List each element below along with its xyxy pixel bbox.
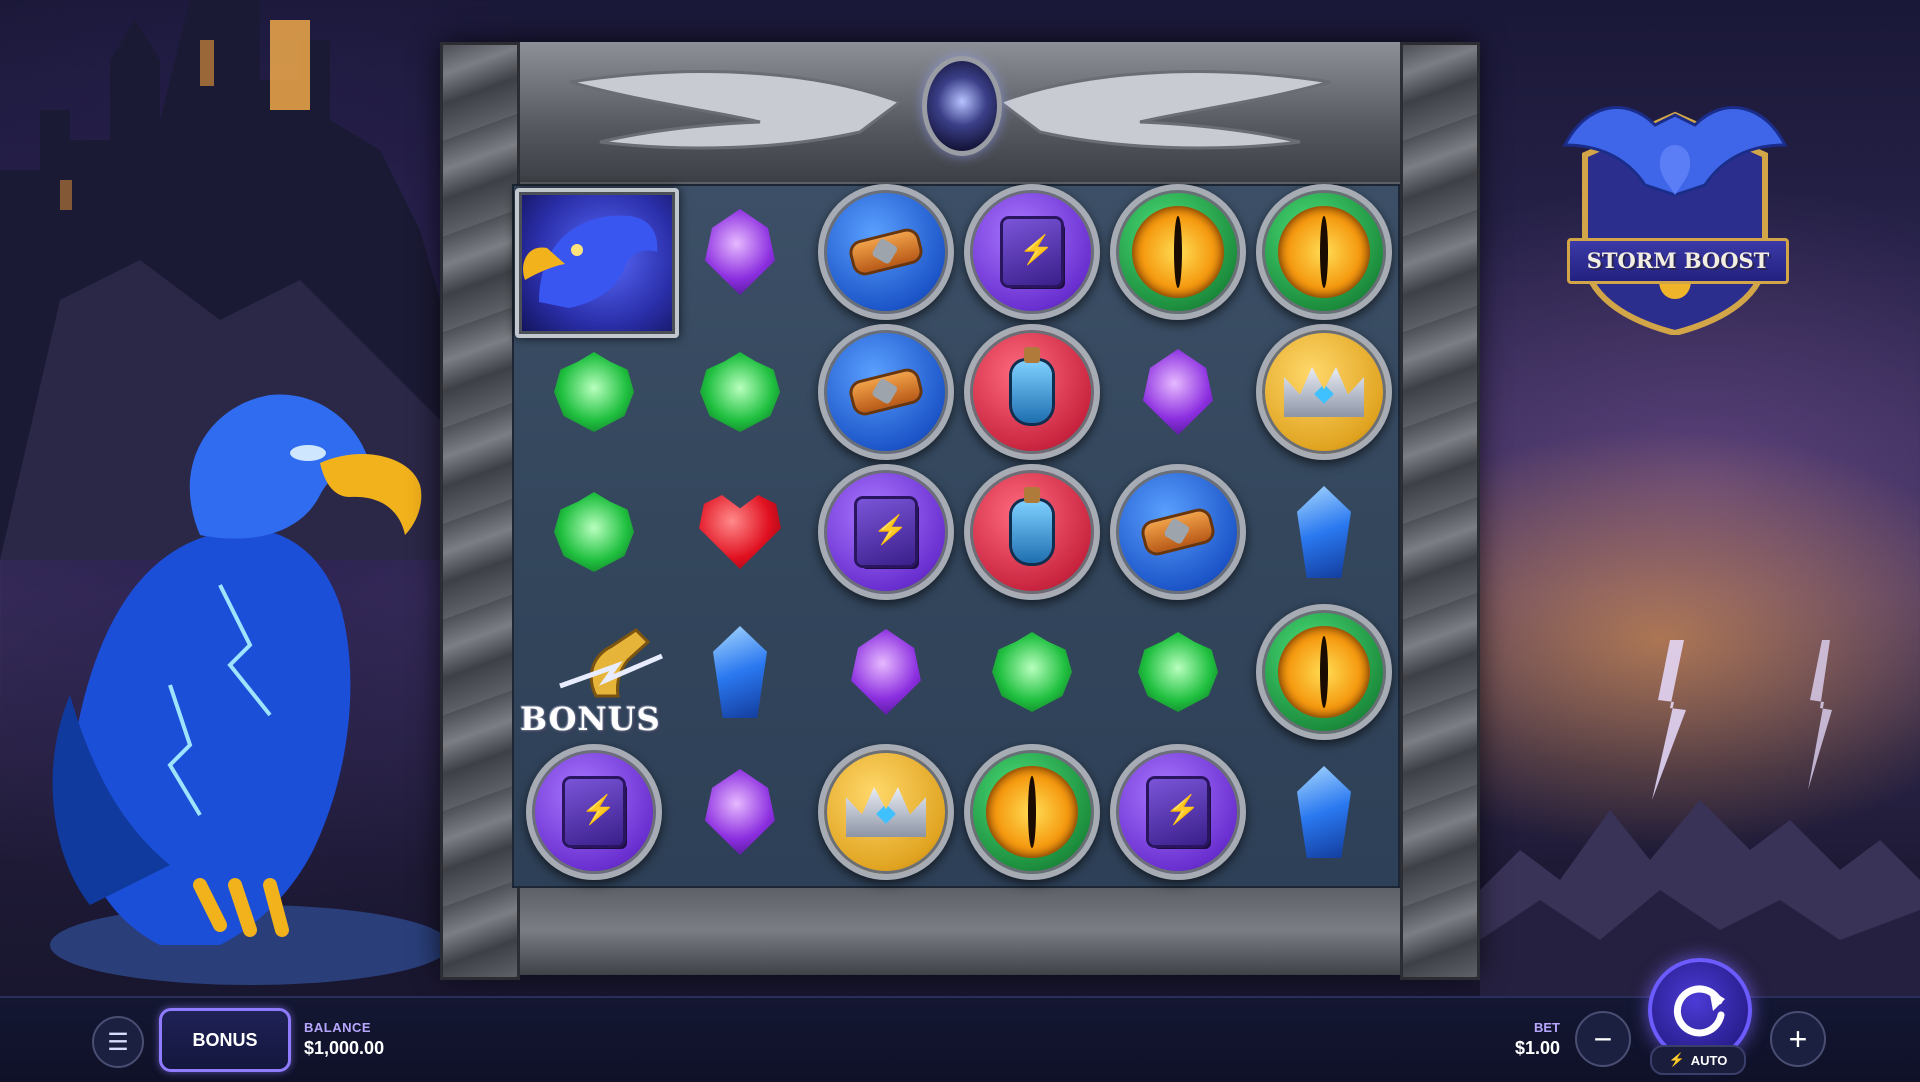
increase-bet-button[interactable]: + — [1770, 1011, 1826, 1067]
decrease-bet-button[interactable]: − — [1575, 1011, 1631, 1067]
bonus-scatter-symbol: BONUS — [520, 700, 661, 738]
symbol-purple-gem — [667, 742, 813, 882]
scroll-icon — [1142, 509, 1214, 555]
dragon-eye-icon — [986, 766, 1078, 858]
balance-label: BALANCE — [304, 1020, 372, 1035]
symbol-eye-coin — [1105, 182, 1251, 322]
spellbook-icon — [1149, 779, 1207, 845]
lightning-icon: ⚡ — [1668, 1052, 1685, 1067]
symbol-red-potion-coin — [959, 322, 1105, 462]
left-wing-ornament — [569, 70, 900, 150]
symbol-purple-book-coin — [813, 462, 959, 602]
symbol-purple-gem — [813, 602, 959, 742]
potion-icon — [1012, 347, 1052, 423]
dragon-eye-icon — [1278, 206, 1370, 298]
crown-icon — [1284, 367, 1364, 417]
symbol-green-gem — [1105, 602, 1251, 742]
claw-lightning-icon — [559, 628, 663, 698]
bet-label: BET — [1534, 1020, 1560, 1035]
symbol-eye-coin — [959, 742, 1105, 882]
bonus-button[interactable]: BONUS — [159, 1008, 291, 1072]
bet-value: $1.00 — [1514, 1038, 1560, 1058]
symbol-red-heart — [667, 462, 813, 602]
symbol-eye-coin — [1251, 182, 1397, 322]
auto-label: AUTO — [1690, 1052, 1728, 1068]
potion-icon — [1012, 487, 1052, 563]
symbol-blue-scroll-coin — [1105, 462, 1251, 602]
symbol-blue-gem — [667, 602, 813, 742]
spellbook-icon — [857, 499, 915, 565]
frame-center-gem — [922, 56, 1002, 156]
symbol-blue-scroll-coin — [813, 322, 959, 462]
symbol-green-gem — [667, 322, 813, 462]
balance-value: $1,000.00 — [304, 1038, 385, 1058]
left-pillar — [440, 42, 520, 980]
symbol-gold-crown-coin — [1251, 322, 1397, 462]
frame-footer — [440, 885, 1478, 975]
symbol-purple-book-coin — [521, 742, 667, 882]
right-wing-ornament — [1000, 70, 1331, 150]
symbol-purple-book-coin — [959, 182, 1105, 322]
symbol-purple-book-coin — [1105, 742, 1251, 882]
lightning-decor — [1808, 640, 1832, 790]
lightning-decor — [1652, 640, 1686, 800]
spin-arrow-icon — [1673, 985, 1725, 1037]
hamburger-icon: ☰ — [107, 1028, 129, 1056]
symbol-green-gem — [521, 322, 667, 462]
symbol-blue-gem — [1251, 462, 1397, 602]
spellbook-icon — [1003, 219, 1061, 285]
symbol-red-potion-coin — [959, 462, 1105, 602]
scroll-icon — [850, 229, 922, 275]
menu-button[interactable]: ☰ — [92, 1016, 144, 1068]
symbol-green-gem — [959, 602, 1105, 742]
symbol-eye-coin — [1251, 602, 1397, 742]
symbol-purple-gem — [1105, 322, 1251, 462]
symbol-blue-scroll-coin — [813, 182, 959, 322]
eagle-wild-symbol — [515, 188, 679, 338]
crown-icon — [846, 787, 926, 837]
spellbook-icon — [565, 779, 623, 845]
dragon-eye-icon — [1132, 206, 1224, 298]
eagle-mascot — [50, 394, 440, 985]
storm-boost-logo — [1562, 106, 1788, 335]
symbol-purple-gem — [667, 182, 813, 322]
symbol-blue-gem — [1251, 742, 1397, 882]
dragon-eye-icon — [1278, 626, 1370, 718]
autoplay-button[interactable]: ⚡ AUTO — [1650, 1045, 1746, 1075]
right-pillar — [1400, 42, 1480, 980]
scroll-icon — [850, 369, 922, 415]
symbol-gold-crown-coin — [813, 742, 959, 882]
game-title: STORM BOOST — [1567, 238, 1789, 284]
symbol-green-gem — [521, 462, 667, 602]
eagle-head-icon — [523, 215, 658, 308]
